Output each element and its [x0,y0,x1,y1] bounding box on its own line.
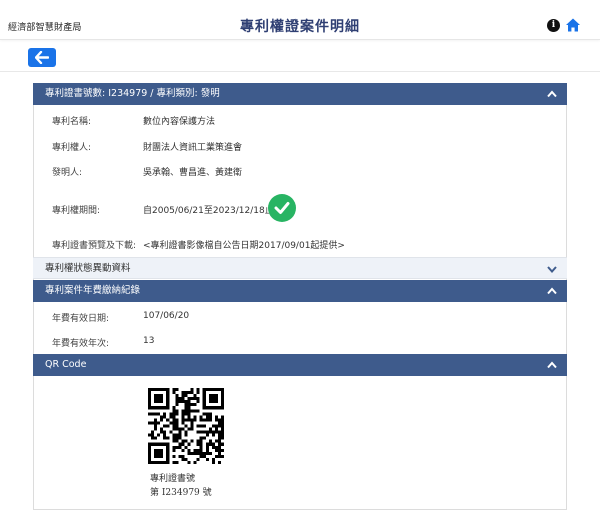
chevron-up-icon [547,361,557,369]
fee-valid-date-value: 107/06/20 [143,311,190,321]
status-change-header-label: 專利權狀態異動資料 [45,263,131,274]
status-change-header[interactable]: 專利權狀態異動資料 [33,257,567,279]
chevron-down-icon [547,266,557,273]
inventors-value: 吳承翰、曹昌進、黃建衛 [143,168,243,178]
arrow-left-icon [35,51,49,64]
qr-caption-line1: 專利證書號 [150,474,196,484]
top-bar: 經濟部智慧財產局 專利權證案件明細 i [0,0,600,40]
chevron-up-icon [547,90,557,98]
info-icon[interactable]: i [547,19,560,32]
patent-name-label: 專利名稱: [52,117,92,127]
home-icon[interactable] [565,17,581,33]
patent-name-value: 數位內容保護方法 [143,117,216,127]
fee-valid-date-label: 年費有效日期: [52,314,110,324]
check-circle-icon [268,194,296,222]
inventors-label: 發明人: [52,168,83,178]
annual-fee-header-label: 專利案件年費繳納紀錄 [45,285,141,296]
chevron-up-icon [547,287,557,295]
page-title: 專利權證案件明細 [240,19,360,35]
fee-valid-year-label: 年費有效年次: [52,339,110,349]
annual-fee-header[interactable]: 專利案件年費繳納紀錄 [33,280,567,302]
back-button[interactable] [28,48,56,67]
qr-caption-line2: 第 I234979 號 [150,488,212,498]
patent-info-header[interactable]: 專利證書號數: I234979 / 專利類別: 發明 [33,83,567,105]
patentee-label: 專利權人: [52,143,92,153]
patent-term-label: 專利權期間: [52,206,101,216]
qr-code-image [148,388,224,464]
patentee-value: 財團法人資訊工業策進會 [143,143,243,153]
qr-code-header[interactable]: QR Code [33,354,567,376]
patent-term-value: 自2005/06/21至2023/12/18止 [143,206,274,216]
toolbar [0,40,600,72]
certificate-download-value: <專利證書影像檔自公告日期2017/09/01起提供> [143,241,345,251]
fee-valid-year-value: 13 [143,336,155,346]
qr-code-header-label: QR Code [45,359,87,370]
certificate-download-label: 專利證書預覽及下載: [52,241,137,251]
patent-info-header-label: 專利證書號數: I234979 / 專利類別: 發明 [45,88,220,99]
